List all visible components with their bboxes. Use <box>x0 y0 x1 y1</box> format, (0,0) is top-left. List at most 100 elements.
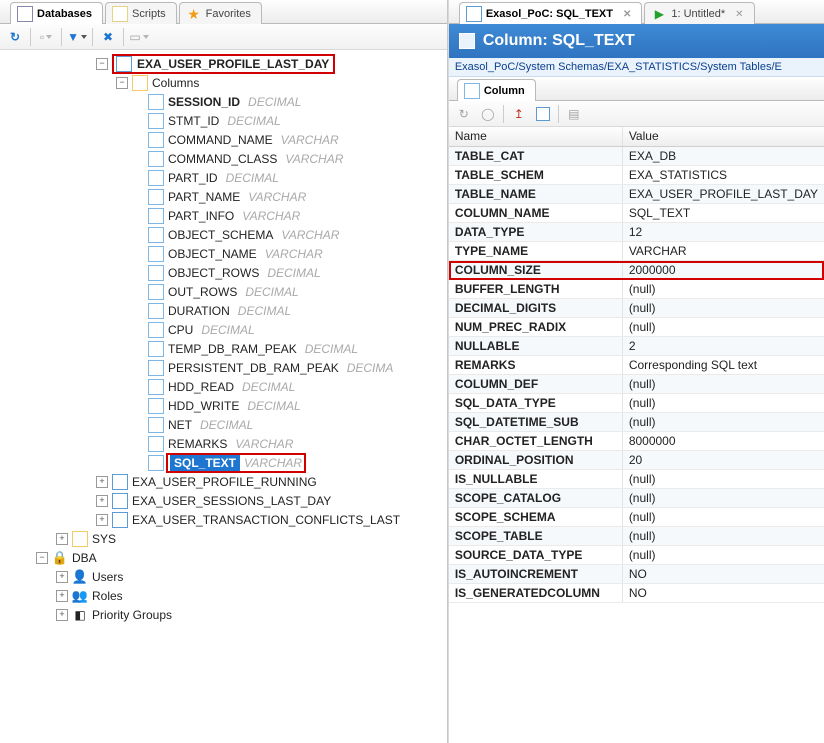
tree-column[interactable]: TEMP_DB_RAM_PEAKDECIMAL <box>2 339 447 358</box>
tree-column-label[interactable]: CPU <box>166 322 195 338</box>
property-row[interactable]: SCOPE_TABLE(null) <box>449 527 824 546</box>
property-row[interactable]: CHAR_OCTET_LENGTH8000000 <box>449 432 824 451</box>
tree-column[interactable]: SQL_TEXTVARCHAR <box>2 453 447 472</box>
property-row[interactable]: SQL_DATETIME_SUB(null) <box>449 413 824 432</box>
property-row[interactable]: TABLE_CATEXA_DB <box>449 147 824 166</box>
tree-column[interactable]: HDD_WRITEDECIMAL <box>2 396 447 415</box>
property-row[interactable]: REMARKSCorresponding SQL text <box>449 356 824 375</box>
collapse-toggle[interactable]: − <box>96 58 108 70</box>
tree-column[interactable]: PART_INFOVARCHAR <box>2 206 447 225</box>
close-icon[interactable]: ✕ <box>623 9 631 20</box>
collapse-toggle[interactable]: − <box>36 552 48 564</box>
tree-column-label[interactable]: REMARKS <box>166 436 229 452</box>
refresh-button[interactable]: ↻ <box>6 28 24 46</box>
tree-sys[interactable]: SYS <box>90 531 118 547</box>
view-button[interactable]: ▭ <box>130 28 148 46</box>
stop-button[interactable]: ◯ <box>479 105 497 123</box>
tree-column-label[interactable]: OUT_ROWS <box>166 284 239 300</box>
tree-column-label[interactable]: COMMAND_NAME <box>166 132 275 148</box>
tree-column[interactable]: NETDECIMAL <box>2 415 447 434</box>
collapse-button[interactable]: ✖ <box>99 28 117 46</box>
database-tree[interactable]: − EXA_USER_PROFILE_LAST_DAY − Columns SE… <box>0 50 447 743</box>
property-row[interactable]: BUFFER_LENGTH(null) <box>449 280 824 299</box>
tree-column-label[interactable]: OBJECT_NAME <box>166 246 259 262</box>
tree-table[interactable]: + EXA_USER_TRANSACTION_CONFLICTS_LAST <box>2 510 447 529</box>
expand-toggle[interactable]: + <box>56 571 68 583</box>
property-row[interactable]: NULLABLE2 <box>449 337 824 356</box>
expand-toggle[interactable]: + <box>56 609 68 621</box>
property-row[interactable]: ORDINAL_POSITION20 <box>449 451 824 470</box>
expand-toggle[interactable]: + <box>96 514 108 526</box>
tree-column-label[interactable]: HDD_READ <box>166 379 236 395</box>
tree-column[interactable]: OUT_ROWSDECIMAL <box>2 282 447 301</box>
tree-table[interactable]: + EXA_USER_SESSIONS_LAST_DAY <box>2 491 447 510</box>
tree-column[interactable]: OBJECT_NAMEVARCHAR <box>2 244 447 263</box>
grid-header-name[interactable]: Name <box>449 127 623 146</box>
grid-header-value[interactable]: Value <box>623 127 824 146</box>
tree-table-selected[interactable]: EXA_USER_PROFILE_LAST_DAY <box>135 56 331 72</box>
expand-toggle[interactable]: + <box>96 495 108 507</box>
tab-favorites[interactable]: ★ Favorites <box>179 2 262 24</box>
property-row[interactable]: TABLE_SCHEMEXA_STATISTICS <box>449 166 824 185</box>
copy-button[interactable]: ▫ <box>37 28 55 46</box>
tab-editor-sqltext[interactable]: Exasol_PoC: SQL_TEXT ✕ <box>459 2 643 24</box>
property-row[interactable]: DATA_TYPE12 <box>449 223 824 242</box>
tree-table-label[interactable]: EXA_USER_TRANSACTION_CONFLICTS_LAST <box>130 512 402 528</box>
tree-column-label[interactable]: PERSISTENT_DB_RAM_PEAK <box>166 360 341 376</box>
grid-view-button[interactable] <box>534 105 552 123</box>
property-row[interactable]: TYPE_NAMEVARCHAR <box>449 242 824 261</box>
expand-toggle[interactable]: + <box>56 590 68 602</box>
property-row[interactable]: DECIMAL_DIGITS(null) <box>449 299 824 318</box>
tree-column[interactable]: COMMAND_CLASSVARCHAR <box>2 149 447 168</box>
tree-column-label[interactable]: OBJECT_ROWS <box>166 265 261 281</box>
property-row[interactable]: IS_AUTOINCREMENTNO <box>449 565 824 584</box>
tree-table-label[interactable]: EXA_USER_SESSIONS_LAST_DAY <box>130 493 333 509</box>
tree-column-label[interactable]: STMT_ID <box>166 113 221 129</box>
tree-dba-priority[interactable]: Priority Groups <box>90 607 174 623</box>
tree-column-label[interactable]: SESSION_ID <box>166 94 242 110</box>
tree-column-label[interactable]: DURATION <box>166 303 232 319</box>
tree-column-label[interactable]: OBJECT_SCHEMA <box>166 227 275 243</box>
expand-toggle[interactable]: + <box>56 533 68 545</box>
property-row[interactable]: IS_NULLABLE(null) <box>449 470 824 489</box>
tree-column[interactable]: REMARKSVARCHAR <box>2 434 447 453</box>
tree-column[interactable]: PERSISTENT_DB_RAM_PEAKDECIMA <box>2 358 447 377</box>
tree-column-label[interactable]: PART_NAME <box>166 189 242 205</box>
property-row[interactable]: SCOPE_CATALOG(null) <box>449 489 824 508</box>
tree-column-label[interactable]: PART_ID <box>166 170 220 186</box>
tree-table-label[interactable]: EXA_USER_PROFILE_RUNNING <box>130 474 319 490</box>
property-row[interactable]: SOURCE_DATA_TYPE(null) <box>449 546 824 565</box>
tree-column[interactable]: DURATIONDECIMAL <box>2 301 447 320</box>
form-view-button[interactable]: ▤ <box>565 105 583 123</box>
filter-button[interactable]: ▼ <box>68 28 86 46</box>
tree-column-label[interactable]: TEMP_DB_RAM_PEAK <box>166 341 299 357</box>
tree-column-label[interactable]: SQL_TEXT <box>170 455 240 471</box>
property-row[interactable]: SCOPE_SCHEMA(null) <box>449 508 824 527</box>
tree-columns-folder[interactable]: Columns <box>150 75 201 91</box>
tree-column[interactable]: PART_IDDECIMAL <box>2 168 447 187</box>
property-row[interactable]: TABLE_NAMEEXA_USER_PROFILE_LAST_DAY <box>449 185 824 204</box>
tab-scripts[interactable]: Scripts <box>105 2 177 24</box>
property-row[interactable]: COLUMN_NAMESQL_TEXT <box>449 204 824 223</box>
tree-column[interactable]: OBJECT_SCHEMAVARCHAR <box>2 225 447 244</box>
breadcrumb[interactable]: Exasol_PoC/System Schemas/EXA_STATISTICS… <box>449 58 824 77</box>
tree-column-label[interactable]: PART_INFO <box>166 208 236 224</box>
tree-dba[interactable]: DBA <box>70 550 99 566</box>
tree-column[interactable]: COMMAND_NAMEVARCHAR <box>2 130 447 149</box>
tree-column-label[interactable]: COMMAND_CLASS <box>166 151 279 167</box>
tree-dba-users[interactable]: Users <box>90 569 125 585</box>
expand-toggle[interactable]: + <box>96 476 108 488</box>
tree-column-label[interactable]: NET <box>166 417 194 433</box>
property-row[interactable]: COLUMN_SIZE2000000 <box>449 261 824 280</box>
subtab-column[interactable]: Column <box>457 79 536 101</box>
tree-column-label[interactable]: HDD_WRITE <box>166 398 241 414</box>
property-row[interactable]: NUM_PREC_RADIX(null) <box>449 318 824 337</box>
tab-databases[interactable]: Databases <box>10 2 103 24</box>
refresh-button[interactable]: ↻ <box>455 105 473 123</box>
collapse-toggle[interactable]: − <box>116 77 128 89</box>
export-button[interactable]: ↥ <box>510 105 528 123</box>
tree-table[interactable]: + EXA_USER_PROFILE_RUNNING <box>2 472 447 491</box>
tree-column[interactable]: OBJECT_ROWSDECIMAL <box>2 263 447 282</box>
close-icon[interactable]: ✕ <box>735 9 743 20</box>
tree-column[interactable]: STMT_IDDECIMAL <box>2 111 447 130</box>
